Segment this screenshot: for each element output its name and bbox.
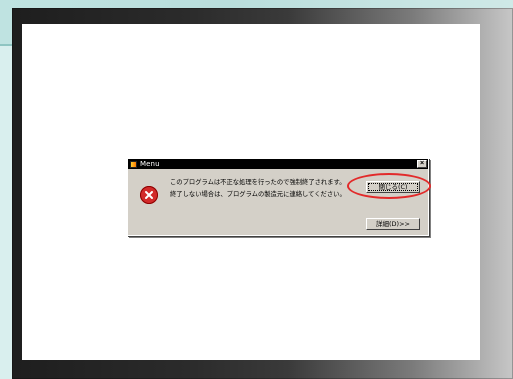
message-line-1: このプログラムは不正な処理を行ったので強制終了されます。	[170, 179, 346, 186]
dialog-title: Menu	[140, 160, 160, 168]
message-line-2: 終了しない場合は、プログラムの製造元に連絡してください。	[170, 190, 346, 198]
highlight-ellipse	[347, 173, 431, 199]
close-icon[interactable]: ×	[417, 160, 427, 168]
error-dialog: Menu × このプログラムは不正な処理を行ったので強制終了されます。 終了しな…	[127, 158, 431, 236]
app-icon	[130, 160, 137, 168]
dialog-titlebar: Menu ×	[128, 159, 428, 169]
details-button[interactable]: 詳細(D)>>	[366, 218, 420, 230]
error-message: このプログラムは不正な処理を行ったので強制終了されます。 終了しない場合は、プロ…	[170, 179, 348, 202]
error-icon	[140, 186, 158, 204]
